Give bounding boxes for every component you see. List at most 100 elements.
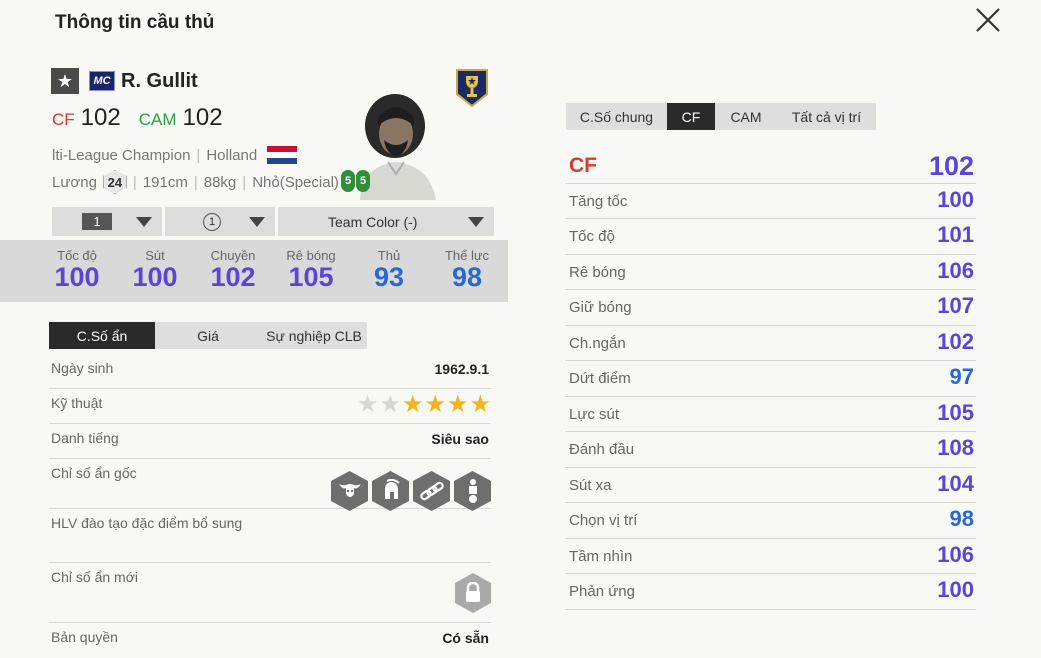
position-ratings: CF 102 CAM 102 — [52, 104, 223, 132]
copyright-value: Có sẵn — [442, 630, 489, 646]
position-stats-header: CF 102 — [565, 148, 976, 184]
position-stat-value: 107 — [937, 293, 974, 318]
height-value: 191cm — [142, 173, 188, 191]
position-stat-row: Phản ứng 100 — [565, 574, 976, 610]
season-badge: MC — [89, 71, 115, 91]
position-stat-value: 108 — [937, 435, 974, 460]
lock-icon[interactable] — [455, 573, 491, 613]
position-stat-label: Đánh đầu — [569, 441, 635, 458]
position-cam-label: CAM — [138, 110, 177, 129]
position-stat-value: 101 — [937, 222, 974, 247]
tab-hidden-stats[interactable]: C.Số ẩn — [49, 322, 155, 349]
main-stat-label: Tốc độ — [57, 248, 97, 263]
position-stat-row: Tăng tốc 100 — [565, 184, 976, 219]
divider: | — [193, 173, 198, 191]
main-stat-value: 98 — [451, 262, 483, 292]
favorite-star-button[interactable]: ★ — [51, 68, 79, 94]
upgrade-value: 1 — [203, 212, 221, 231]
player-name: R. Gullit — [121, 69, 198, 92]
level-value: 1 — [82, 213, 112, 230]
close-button[interactable] — [972, 4, 1004, 36]
fame-value: Siêu sao — [431, 431, 489, 447]
main-stat: Sút 100 — [116, 240, 194, 302]
position-stat-value: 104 — [937, 470, 974, 496]
close-icon — [976, 8, 1000, 32]
divider: | — [132, 173, 137, 191]
player-ball-icon[interactable] — [454, 471, 491, 511]
divider: | — [242, 173, 247, 191]
position-stat-row: Giữ bóng 107 — [565, 290, 976, 326]
coach-traits-row: HLV đào tạo đặc điểm bổ sung — [49, 509, 491, 563]
bull-icon[interactable] — [331, 471, 368, 511]
position-stat-value: 102 — [937, 328, 974, 354]
team-color-value: Team Color (-) — [328, 213, 418, 230]
chevron-down-icon — [468, 216, 484, 227]
tab-cf[interactable]: CF — [667, 103, 715, 130]
position-tabs: C.Số chung CF CAM Tất cả vị trí — [566, 103, 876, 130]
main-stat: Thủ 93 — [350, 240, 428, 302]
position-stat-row: Rê bóng 106 — [565, 255, 976, 290]
position-stat-value: 97 — [949, 364, 974, 389]
tab-all-positions[interactable]: Tất cả vị trí — [777, 103, 876, 130]
hidden-traits-row: Chỉ số ẩn gốc — [49, 459, 491, 511]
birth-row: Ngày sinh 1962.9.1 — [49, 354, 491, 389]
upgrade-select[interactable]: 1 — [165, 207, 275, 236]
tab-club-career[interactable]: Sự nghiệp CLB — [261, 322, 367, 349]
skill-star-icon: ★ — [424, 391, 446, 418]
position-stat-label: Rê bóng — [569, 263, 626, 281]
skill-star-icon: ★ — [379, 391, 401, 418]
position-stat-value: 100 — [937, 186, 974, 212]
fame-row: Danh tiếng Siêu sao — [49, 424, 491, 459]
main-stat-label: Sút — [145, 248, 165, 263]
position-stat-label: Chọn vị trí — [569, 512, 638, 529]
chain-icon[interactable] — [413, 471, 450, 511]
salary-label: Lương — [52, 173, 97, 191]
main-stat-value: 105 — [288, 262, 334, 292]
coach-traits-label: HLV đào tạo đặc điểm bổ sung — [51, 515, 243, 531]
nation-name: Holland — [206, 146, 258, 164]
main-stat-value: 93 — [373, 262, 405, 292]
team-color-select[interactable]: Team Color (-) — [278, 207, 494, 236]
main-stat-label: Chuyền — [210, 248, 256, 263]
detail-list: Ngày sinh 1962.9.1 Kỹ thuật ★ ★ ★ ★ ★ ★ Danh … — [49, 354, 491, 658]
position-stat-row: Dứt điểm 97 — [565, 361, 976, 397]
position-stats-header-value: 102 — [928, 151, 974, 181]
position-stat-label: Dứt điểm — [569, 370, 631, 387]
new-hidden-label: Chỉ số ẩn mới — [51, 569, 138, 585]
spartan-helmet-icon[interactable] — [372, 471, 409, 511]
main-stat-label: Thủ — [377, 248, 401, 263]
card-selectors: 1 1 Team Color (-) — [52, 207, 494, 236]
skill-star-icon: ★ — [356, 391, 379, 418]
position-stat-label: Sút xa — [569, 476, 612, 494]
position-cam-ovr: 102 — [182, 104, 223, 131]
position-stat-value: 105 — [937, 399, 974, 425]
foot-ratings: 5 5 — [341, 170, 370, 192]
position-stat-row: Sút xa 104 — [565, 468, 976, 503]
position-stat-value: 106 — [937, 541, 974, 567]
skill-star-icon: ★ — [469, 391, 491, 418]
position-stat-row: Tầm nhìn 106 — [565, 539, 976, 574]
hidden-traits-icons — [331, 471, 491, 511]
position-stat-label: Lực sút — [569, 405, 620, 423]
main-stat-value: 100 — [54, 262, 100, 292]
level-select[interactable]: 1 — [52, 207, 162, 236]
main-stats-band: Tốc độ 100 Sút 100 Chuyền 102 Rê bóng 105 Thủ 93 T… — [0, 240, 508, 302]
main-stat: Tốc độ 100 — [38, 240, 116, 302]
birth-value: 1962.9.1 — [434, 361, 490, 377]
position-stat-row: Ch.ngắn 102 — [565, 326, 976, 361]
position-stat-row: Đánh đầu 108 — [565, 432, 976, 468]
tab-price[interactable]: Giá — [155, 322, 261, 349]
tab-cam[interactable]: CAM — [715, 103, 777, 130]
new-hidden-row: Chỉ số ẩn mới — [49, 563, 491, 623]
fame-label: Danh tiếng — [51, 430, 119, 446]
tab-general-stats[interactable]: C.Số chung — [566, 103, 667, 130]
player-info-body: Lương 24 | 191cm | 88kg | Nhỏ(Special) — [52, 170, 339, 194]
main-stat: Thể lực 98 — [428, 240, 506, 302]
birth-label: Ngày sinh — [51, 360, 114, 376]
chevron-down-icon — [136, 216, 152, 227]
position-cf-label: CF — [52, 110, 75, 129]
player-info-league: lti-League Champion | Holland — [52, 146, 298, 164]
chevron-down-icon — [249, 216, 265, 227]
main-stat: Rê bóng 105 — [272, 240, 350, 302]
left-foot-badge: 5 — [341, 170, 355, 192]
